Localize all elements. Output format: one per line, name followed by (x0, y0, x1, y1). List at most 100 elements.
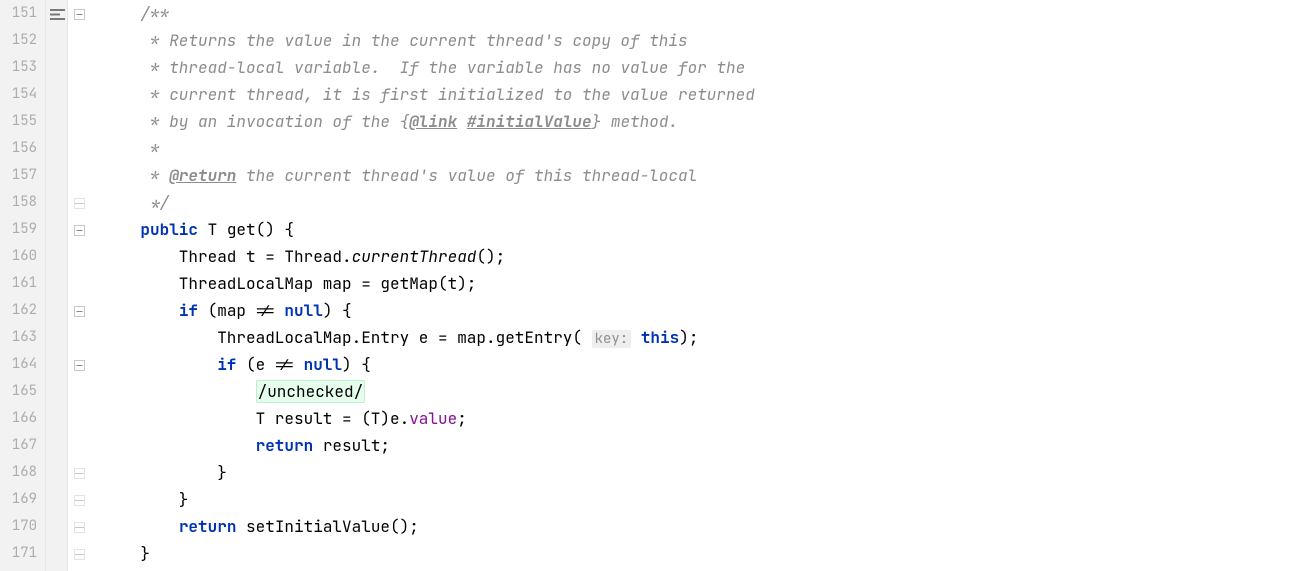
code-line[interactable]: } (102, 459, 1294, 486)
code-line[interactable]: Thread t = Thread.currentThread(); (102, 243, 1294, 270)
code-line[interactable]: T result = (T)e.value; (102, 405, 1294, 432)
fold-open-icon[interactable] (72, 358, 86, 372)
token-ident: } (102, 543, 150, 564)
line-number: 160 (6, 243, 37, 270)
token-comment: * by an invocation of the { (102, 111, 409, 132)
code-line[interactable]: /** (102, 0, 1294, 27)
code-editor[interactable]: 1511521531541551561571581591601611621631… (0, 0, 1294, 571)
fold-close-icon[interactable] (72, 520, 86, 534)
token-ident (631, 327, 641, 348)
token-ident: ) { (323, 300, 352, 321)
code-line[interactable]: } (102, 540, 1294, 567)
token-kw: return (256, 435, 314, 456)
line-number: 158 (6, 189, 37, 216)
code-line[interactable]: if (e != null) { (102, 351, 1294, 378)
token-ident (102, 354, 217, 375)
token-comment: */ (102, 192, 169, 213)
gutter-icons-column (46, 0, 68, 571)
token-hl: /unchecked/ (256, 380, 366, 403)
token-comment: } method. (592, 111, 678, 132)
token-kw: null (284, 300, 322, 321)
line-number-gutter: 1511521531541551561571581591601611621631… (0, 0, 46, 571)
code-line[interactable]: * (102, 135, 1294, 162)
token-comment: * Returns the value in the current threa… (102, 30, 688, 51)
line-number: 164 (6, 351, 37, 378)
fold-close-icon[interactable] (72, 466, 86, 480)
code-line[interactable]: ThreadLocalMap.Entry e = map.getEntry( k… (102, 324, 1294, 351)
code-line[interactable]: } (102, 486, 1294, 513)
token-ident (102, 381, 256, 402)
line-number: 163 (6, 324, 37, 351)
code-line[interactable]: * Returns the value in the current threa… (102, 27, 1294, 54)
token-kw: if (217, 354, 236, 375)
token-kw: this (641, 327, 679, 348)
line-number: 166 (6, 405, 37, 432)
line-number: 159 (6, 216, 37, 243)
token-comment: the current thread's value of this threa… (236, 165, 697, 186)
line-number: 153 (6, 54, 37, 81)
line-number: 161 (6, 270, 37, 297)
token-ident: ); (679, 327, 698, 348)
token-ident: T get() { (198, 219, 294, 240)
code-line[interactable]: ThreadLocalMap map = getMap(t); (102, 270, 1294, 297)
code-line[interactable]: if (map != null) { (102, 297, 1294, 324)
line-number: 168 (6, 459, 37, 486)
token-ident (102, 219, 140, 240)
code-line[interactable]: */ (102, 189, 1294, 216)
line-number: 165 (6, 378, 37, 405)
token-comment: * current thread, it is first initialize… (102, 84, 755, 105)
token-ident (102, 300, 179, 321)
line-number: 170 (6, 513, 37, 540)
token-ident: setInitialValue(); (236, 516, 418, 537)
token-kw: public (140, 219, 198, 240)
line-number: 152 (6, 27, 37, 54)
token-field: value (409, 408, 457, 429)
token-kw: null (304, 354, 342, 375)
token-kw: return (179, 516, 237, 537)
code-line[interactable]: public T get() { (102, 216, 1294, 243)
code-line[interactable]: /unchecked/ (102, 378, 1294, 405)
fold-close-icon[interactable] (72, 547, 86, 561)
token-ident (102, 516, 179, 537)
code-line[interactable]: * by an invocation of the {@link #initia… (102, 108, 1294, 135)
token-ident: (map != (198, 300, 284, 321)
code-line[interactable]: return setInitialValue(); (102, 513, 1294, 540)
token-ident: ) { (342, 354, 371, 375)
token-comment: * (102, 138, 160, 159)
code-line[interactable]: * current thread, it is first initialize… (102, 81, 1294, 108)
fold-open-icon[interactable] (72, 7, 86, 21)
token-kw: if (179, 300, 198, 321)
line-number: 167 (6, 432, 37, 459)
code-line[interactable]: return result; (102, 432, 1294, 459)
token-ident (102, 3, 140, 24)
token-ident (102, 435, 256, 456)
token-methodcall-i: currentThread (352, 246, 477, 267)
code-line[interactable]: * @return the current thread's value of … (102, 162, 1294, 189)
javadoc-icon[interactable] (49, 6, 65, 22)
fold-close-icon[interactable] (72, 196, 86, 210)
fold-open-icon[interactable] (72, 304, 86, 318)
token-ident: Thread t = Thread. (102, 246, 352, 267)
token-ident: (); (476, 246, 505, 267)
fold-column (68, 0, 94, 571)
line-number: 171 (6, 540, 37, 567)
line-number: 155 (6, 108, 37, 135)
fold-close-icon[interactable] (72, 493, 86, 507)
line-number: 169 (6, 486, 37, 513)
token-ident: } (102, 462, 227, 483)
line-number: 157 (6, 162, 37, 189)
token-ident: result; (313, 435, 390, 456)
token-ident: ; (457, 408, 467, 429)
token-doc-tag: #initialValue (467, 111, 592, 132)
code-line[interactable]: * thread-local variable. If the variable… (102, 54, 1294, 81)
fold-open-icon[interactable] (72, 223, 86, 237)
token-comment: * (102, 165, 169, 186)
line-number: 156 (6, 135, 37, 162)
token-ident: (e != (236, 354, 303, 375)
code-area[interactable]: /** * Returns the value in the current t… (94, 0, 1294, 571)
token-comment: /** (140, 3, 169, 24)
line-number: 162 (6, 297, 37, 324)
token-ident: ThreadLocalMap map = getMap(t); (102, 273, 476, 294)
token-ident: T result = (T)e. (102, 408, 409, 429)
token-comment: * thread-local variable. If the variable… (102, 57, 745, 78)
